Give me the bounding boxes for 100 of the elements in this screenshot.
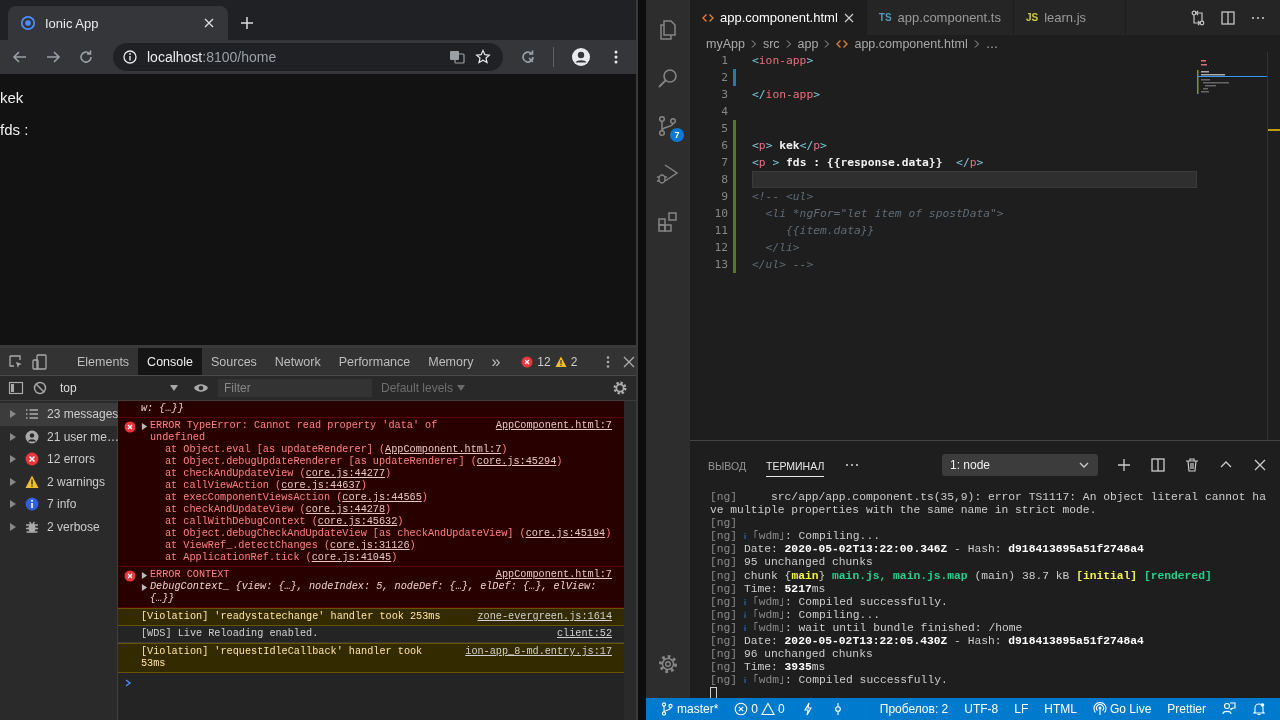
browser-tab[interactable]: Ionic App (8, 6, 228, 40)
line-number: 6 (720, 139, 728, 152)
panel-tab[interactable]: ТЕРМИНАЛ (766, 453, 825, 477)
breadcrumb-item[interactable]: app.component.html (836, 36, 968, 51)
sidebar-item[interactable]: 7 info (0, 493, 117, 516)
breadcrumb-item[interactable]: src (762, 36, 780, 51)
editor-tab[interactable]: app.component.html (690, 0, 867, 35)
expand-arrow-icon[interactable] (9, 455, 17, 464)
run-debug-icon[interactable] (656, 162, 680, 186)
profile-icon[interactable] (571, 47, 591, 67)
source-link[interactable]: core.js:31126 (330, 540, 410, 551)
reload-off-icon[interactable] (520, 49, 537, 65)
source-link[interactable]: core.js:45294 (476, 456, 557, 467)
search-icon[interactable] (656, 66, 680, 90)
status-item[interactable]: LF (1006, 698, 1037, 720)
source-link[interactable]: client:52 (556, 628, 612, 640)
expand-arrow-icon[interactable] (141, 584, 148, 591)
source-link[interactable]: core.js:44277 (305, 468, 386, 479)
line-number: 9 (720, 190, 728, 203)
bell-icon[interactable] (1252, 702, 1266, 716)
split-terminal-icon[interactable] (1150, 457, 1166, 473)
source-link[interactable]: core.js:44565 (342, 492, 422, 503)
close-icon[interactable] (843, 12, 854, 23)
close-icon[interactable] (1252, 457, 1268, 473)
devtools-tab[interactable]: Memory (419, 348, 483, 375)
code-line: <p > fds : {{response.data}} </p> (752, 155, 985, 171)
source-link[interactable]: AppComponent.html:7 (495, 420, 612, 432)
stack-trace-line: at checkAndUpdateView (core.js:44278) (164, 504, 393, 516)
sidebar-item[interactable]: 12 errors (0, 448, 117, 471)
breadcrumb-item[interactable]: app (797, 36, 819, 51)
back-icon[interactable] (12, 49, 28, 65)
forward-icon[interactable] (45, 49, 61, 65)
breadcrumb-item[interactable]: myApp (706, 36, 745, 51)
compare-changes-icon[interactable] (1190, 9, 1206, 26)
message-text: [Violation] 'readystatechange' handler took 253ms (141, 611, 441, 623)
settings-icon[interactable] (612, 380, 628, 396)
split-editor-icon[interactable] (1220, 9, 1236, 26)
source-link[interactable]: core.js:44278 (305, 504, 386, 515)
trash-icon[interactable] (1184, 457, 1200, 473)
device-icon[interactable] (32, 353, 48, 370)
devtools-tab[interactable]: Console (138, 348, 202, 375)
editor-tab[interactable]: JS learn.js (1013, 0, 1126, 35)
translate-icon[interactable] (449, 49, 466, 65)
source-link[interactable]: core.js:41045 (311, 552, 392, 563)
source-link[interactable]: AppComponent.html:7 (385, 444, 502, 455)
info-icon[interactable] (123, 50, 137, 64)
expand-arrow-icon[interactable] (9, 477, 17, 486)
source-link[interactable]: core.js:45632 (317, 516, 398, 527)
more-tabs-button[interactable]: » (482, 348, 510, 375)
context-select[interactable]: top (56, 381, 184, 395)
sidebar-item[interactable]: 23 messages (0, 403, 117, 426)
expand-arrow-icon[interactable] (9, 432, 17, 441)
problems-status[interactable]: 0 0 (726, 698, 793, 720)
expand-arrow-icon[interactable] (141, 572, 148, 579)
extensions-icon[interactable] (656, 210, 680, 234)
issues-counter[interactable]: 12 2 (521, 354, 578, 369)
source-link[interactable]: core.js:44637 (281, 480, 361, 491)
status-item[interactable]: Пробелов: 2 (871, 698, 957, 720)
status-item[interactable]: Prettier (1159, 698, 1214, 720)
prompt-icon[interactable] (124, 679, 132, 687)
source-link[interactable]: AppComponent.html:7 (495, 569, 612, 581)
panel-tab[interactable]: ВЫВОД (708, 453, 746, 477)
sidebar-item[interactable]: 2 verbose (0, 515, 117, 538)
star-icon[interactable] (475, 49, 492, 65)
source-link[interactable]: ion-app_8-md.entry.js:17 (465, 646, 612, 658)
reload-icon[interactable] (78, 49, 94, 65)
devtools-tab[interactable]: Elements (68, 348, 139, 375)
close-icon[interactable] (204, 18, 214, 28)
close-icon[interactable] (623, 355, 636, 368)
status-item[interactable]: UTF-8 (956, 698, 1007, 720)
clear-console-icon[interactable] (33, 381, 47, 395)
devtools-tab[interactable]: Network (265, 348, 330, 375)
sidebar-toggle-icon[interactable] (8, 380, 24, 396)
breadcrumb-item[interactable]: … (985, 36, 999, 51)
branch-status[interactable]: master* (652, 698, 727, 720)
code-line: </ul> --> (752, 257, 815, 273)
feedback-icon[interactable] (1222, 702, 1236, 716)
terminal-line: [ng] chunk {main} main.js, main.js.map (main) 38.7 kB [initial] [rendered] (710, 569, 1213, 583)
expand-arrow-icon[interactable] (9, 522, 17, 531)
editor-tab[interactable]: TS app.component.ts (866, 0, 1014, 35)
go-live-button[interactable]: Go Live (1084, 698, 1160, 720)
devtools-tab[interactable]: Sources (202, 348, 266, 375)
new-tab-icon[interactable] (240, 16, 254, 30)
settings-icon[interactable] (656, 652, 680, 676)
inspect-icon[interactable] (8, 353, 24, 370)
expand-arrow-icon[interactable] (141, 423, 148, 430)
sidebar-item[interactable]: 2 warnings (0, 470, 117, 493)
code-line: <p> kek</p> (752, 138, 828, 154)
address-bar[interactable]: localhost:8100/home (113, 43, 504, 71)
source-link[interactable]: core.js:45194 (525, 528, 606, 539)
source-link[interactable]: zone-evergreen.js:1614 (477, 611, 612, 623)
sidebar-item[interactable]: 21 user me… (0, 425, 117, 448)
terminal-select[interactable]: 1: node (942, 454, 1098, 476)
chevron-right-icon (972, 39, 981, 48)
expand-arrow-icon[interactable] (9, 500, 17, 509)
add-icon[interactable] (1116, 457, 1132, 473)
status-item[interactable]: HTML (1036, 698, 1085, 720)
filter-field[interactable]: Filter (218, 379, 372, 397)
devtools-tab[interactable]: Performance (329, 348, 420, 375)
scrollbar[interactable] (624, 401, 636, 720)
